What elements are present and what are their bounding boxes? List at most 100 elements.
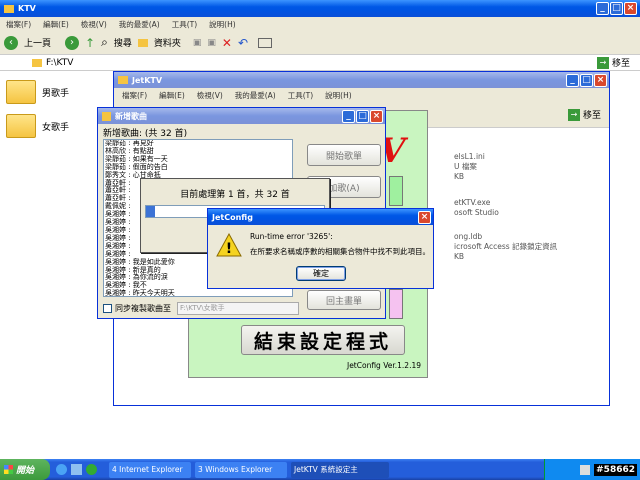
up-folder-icon[interactable]: ↑ [85,36,95,50]
file-text: osoft Studio [454,208,499,217]
close-button[interactable]: × [370,109,383,123]
file-text: U 檔案 [454,162,477,171]
move-icon[interactable]: ▣ [193,38,202,48]
system-tray: #58662 [544,459,640,480]
back-main-button[interactable]: 回主畫單 [307,290,381,310]
taskbar: 開始 4 Internet Explorer 3 Windows Explore… [0,459,640,480]
folders-label[interactable]: 資料夾 [154,36,181,49]
menu-favorites[interactable]: 我的最愛(A) [235,90,276,101]
menu-view[interactable]: 檢視(V) [81,19,107,30]
error-code: Run-time error '3265': [250,232,333,241]
forward-icon[interactable]: › [65,35,80,50]
start-button[interactable]: 開始 [0,459,50,480]
menu-edit[interactable]: 編輯(E) [43,19,69,30]
song-count-label: 新增歌曲: (共 32 首) [103,129,188,139]
ie-quicklaunch-icon[interactable] [56,464,67,475]
menu-view[interactable]: 檢視(V) [197,90,223,101]
close-button[interactable]: × [624,2,637,15]
sync-checkbox[interactable] [103,304,112,313]
go-arrow-icon[interactable]: → [596,56,609,69]
folder-icon [6,114,36,138]
menu-favorites[interactable]: 我的最愛(A) [119,19,160,30]
maximize-button[interactable]: □ [356,109,369,123]
file-text: ong.ldb [454,232,483,241]
error-dialog: JetConfig × ! Run-time error '3265': 在所要… [207,208,434,289]
explorer-toolbar: ‹ 上一頁 › ↑ ⌕ 搜尋 資料夾 ▣ ▣ ✕ ↶ [0,31,640,55]
delete-icon[interactable]: ✕ [222,36,232,50]
folder-icon [4,4,14,13]
go-arrow-icon[interactable]: → [567,108,580,121]
start-label: 開始 [16,466,35,476]
maximize-button[interactable]: □ [610,2,623,15]
file-details: elsL1.ini U 檔案 KB etKTV.exe osoft Studio… [454,152,557,262]
menu-help[interactable]: 說明(H) [209,19,236,30]
file-text: etKTV.exe [454,198,491,207]
windows-logo-icon [4,465,13,474]
maximize-button[interactable]: □ [580,73,593,87]
sync-copy-row: 同步複製歌曲至 F:\KTV\女歌手 [103,302,299,315]
task-jetktv[interactable]: JetKTV 系統設定主 [291,461,389,478]
version-label: JetConfig Ver.1.2.19 [346,361,421,370]
desktop-quicklaunch-icon[interactable] [71,464,82,475]
go-label[interactable]: 移至 [609,56,640,69]
watermark-tag: #58662 [594,463,637,476]
side-tab [389,289,403,319]
explorer-title: KTV [18,4,36,13]
minimize-button[interactable]: _ [596,2,609,15]
search-icon[interactable]: ⌕ [101,35,108,50]
back-label[interactable]: 上一頁 [24,36,51,49]
menu-file[interactable]: 檔案(F) [6,19,31,30]
menu-help[interactable]: 說明(H) [325,90,352,101]
app-icon [102,111,111,121]
close-button[interactable]: × [418,210,431,224]
ok-button[interactable]: 確定 [296,266,346,281]
address-value[interactable]: F:\KTV [46,58,73,68]
close-button[interactable]: × [594,73,607,87]
file-text: elsL1.ini [454,152,485,161]
menu-file[interactable]: 檔案(F) [122,90,147,101]
error-title: JetConfig [212,212,253,222]
error-message: 在所要求名稱或序數的相關集合物件中找不到此項目。 [250,247,430,256]
search-label[interactable]: 搜尋 [114,36,132,49]
minimize-button[interactable]: _ [566,73,579,87]
svg-text:!: ! [226,241,232,257]
sync-label: 同步複製歌曲至 [115,304,171,313]
folder-label: 男歌手 [42,88,70,99]
folder-icon [118,76,128,84]
start-list-button[interactable]: 開始歌單 [307,144,381,166]
task-explorer[interactable]: 3 Windows Explorer [195,461,287,478]
explorer-titlebar: KTV _ □ × [0,0,640,17]
warning-icon: ! [216,232,242,257]
tray-icon[interactable] [580,464,591,475]
end-config-button[interactable]: 結束設定程式 [241,325,405,355]
copy-icon[interactable]: ▣ [207,38,216,48]
back-icon[interactable]: ‹ [4,35,18,50]
menu-tools[interactable]: 工具(T) [172,19,197,30]
progress-text: 目前處理第 1 首，共 32 首 [180,190,290,200]
song-list-item[interactable]: 吳湘婷 : 昨天今天明天 [105,289,292,296]
menu-edit[interactable]: 編輯(E) [159,90,185,101]
menu-tools[interactable]: 工具(T) [288,90,313,101]
side-tab [389,176,403,206]
folder-item-male[interactable]: 男歌手 [6,80,69,104]
jetktv-title: JetKTV [132,75,163,85]
views-icon[interactable] [258,37,272,48]
go-label[interactable]: 移至 [580,108,601,121]
progress-fill [146,206,155,217]
minimize-button[interactable]: _ [342,109,355,123]
jetktv-menubar: 檔案(F) 編輯(E) 檢視(V) 我的最愛(A) 工具(T) 說明(H) [114,88,609,102]
sync-path-select[interactable]: F:\KTV\女歌手 [177,302,299,315]
file-text: KB [454,252,465,261]
folder-small-icon [32,58,42,67]
new-song-titlebar: 新增歌曲 _ □ × [98,108,385,124]
folder-item-female[interactable]: 女歌手 [6,114,69,138]
address-bar[interactable]: F:\KTV → 移至 [0,55,640,71]
jetktv-titlebar: JetKTV _ □ × [114,72,609,88]
folders-icon[interactable] [137,38,148,47]
undo-icon[interactable]: ↶ [238,36,248,50]
file-text: icrosoft Access 記錄鎖定資訊 [454,242,558,251]
folder-label: 女歌手 [42,122,70,133]
folder-icon [6,80,36,104]
task-ie[interactable]: 4 Internet Explorer [109,461,191,478]
media-quicklaunch-icon[interactable] [86,464,97,475]
